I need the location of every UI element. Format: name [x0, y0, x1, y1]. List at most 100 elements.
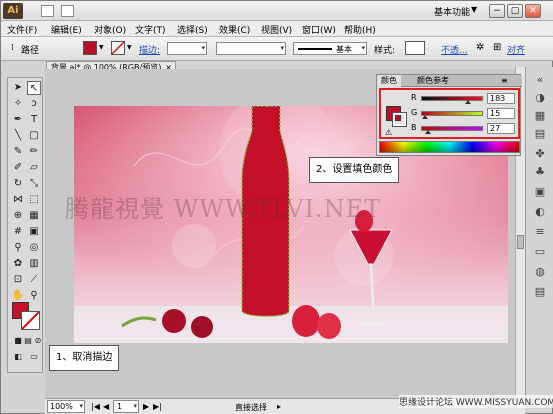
lasso-tool-icon[interactable]: ↄ — [27, 97, 41, 111]
zoom-tool-icon[interactable]: ⚲ — [27, 289, 41, 303]
minimize-button[interactable]: − — [489, 4, 505, 18]
symbol-sprayer-tool-icon[interactable]: ✿ — [11, 257, 25, 271]
menu-help[interactable]: 帮助(H) — [344, 23, 376, 36]
slider-handle[interactable] — [422, 115, 428, 119]
tab-color-guide[interactable]: 颜色参考 — [413, 75, 453, 87]
green-slider[interactable] — [421, 111, 483, 116]
tab-color[interactable]: 颜色 — [377, 75, 401, 87]
pencil-tool-icon[interactable]: ✏ — [27, 145, 41, 159]
menu-object[interactable]: 对象(O) — [94, 23, 126, 36]
rotate-tool-icon[interactable]: ↻ — [11, 177, 25, 191]
appearance-icon[interactable]: ◐ — [533, 205, 547, 219]
isolation-icon[interactable]: ⊞ — [493, 42, 501, 53]
hand-tool-icon[interactable]: ✋ — [11, 289, 25, 303]
slider-handle[interactable] — [465, 100, 471, 104]
blend-tool-icon[interactable]: ◎ — [27, 241, 41, 255]
align-link[interactable]: 对齐 — [507, 43, 525, 56]
column-graph-tool-icon[interactable]: ▥ — [27, 257, 41, 271]
red-value-field[interactable]: 183 — [487, 93, 515, 104]
width-tool-icon[interactable]: ⋈ — [11, 193, 25, 207]
fill-swatch[interactable] — [83, 41, 97, 55]
chevron-down-icon[interactable]: ▾ — [201, 44, 205, 52]
restore-button[interactable]: ▢ — [507, 4, 523, 18]
current-tool-status[interactable]: 直接选择 — [235, 402, 267, 413]
mesh-tool-icon[interactable]: # — [11, 225, 25, 239]
symbols-icon[interactable]: ♣ — [533, 165, 547, 179]
chevron-down-icon[interactable]: ▼ — [99, 44, 104, 51]
brush-profile-dropdown[interactable]: 基本 ▾ — [293, 42, 367, 55]
panel-stroke-box[interactable] — [392, 112, 407, 127]
menu-type[interactable]: 文字(T) — [135, 23, 166, 36]
swatches-icon[interactable]: ▤ — [533, 127, 547, 141]
gradient-panel-icon[interactable]: ▭ — [533, 245, 547, 259]
collapse-icon[interactable]: « — [533, 73, 547, 87]
eraser-tool-icon[interactable]: ▱ — [27, 161, 41, 175]
panel-menu-icon[interactable]: ≡ — [497, 75, 512, 87]
red-slider[interactable] — [421, 96, 483, 101]
previous-artboard-icon[interactable]: ◀ — [103, 402, 109, 411]
chevron-down-icon[interactable]: ▼ — [471, 5, 477, 14]
menu-edit[interactable]: 编辑(E) — [51, 23, 82, 36]
eyedropper-tool-icon[interactable]: ⚲ — [11, 241, 25, 255]
blue-value-field[interactable]: 27 — [487, 123, 515, 134]
blob-brush-tool-icon[interactable]: ✐ — [11, 161, 25, 175]
chevron-down-icon[interactable]: ▾ — [79, 402, 83, 410]
type-tool-icon[interactable]: T — [27, 113, 41, 127]
direct-selection-tool-icon[interactable]: ↖ — [27, 81, 41, 95]
out-of-gamut-icon[interactable]: ⚠ — [385, 128, 392, 137]
graphic-style-swatch[interactable] — [405, 41, 425, 55]
stroke-link[interactable]: 描边: — [139, 43, 160, 56]
chevron-down-icon[interactable]: ▾ — [133, 402, 137, 410]
free-transform-tool-icon[interactable]: ⬚ — [27, 193, 41, 207]
menu-select[interactable]: 选择(S) — [177, 23, 208, 36]
zoom-dropdown[interactable]: 100% ▾ — [47, 400, 85, 413]
pen-tool-icon[interactable]: ✒ — [11, 113, 25, 127]
arrange-documents-icon[interactable] — [61, 5, 74, 17]
opacity-link[interactable]: 不透... — [441, 43, 468, 56]
green-value-field[interactable]: 15 — [487, 108, 515, 119]
color-spectrum[interactable] — [379, 141, 520, 153]
first-artboard-icon[interactable]: |◀ — [91, 402, 100, 411]
variable-width-dropdown[interactable]: ▾ — [216, 42, 286, 55]
transparency-icon[interactable]: ◍ — [533, 265, 547, 279]
chevron-down-icon[interactable]: ▾ — [280, 44, 284, 52]
shape-builder-tool-icon[interactable]: ⊕ — [11, 209, 25, 223]
none-mode-icon[interactable]: ⊘ — [31, 334, 45, 348]
gradient-tool-icon[interactable]: ▣ — [27, 225, 41, 239]
layers-icon[interactable]: ▤ — [533, 285, 547, 299]
artboard-tool-icon[interactable]: ⊡ — [11, 273, 25, 287]
selection-tool-icon[interactable]: ➤ — [11, 81, 25, 95]
color-panel-icon[interactable]: ◑ — [533, 91, 547, 105]
screen-mode-icon[interactable]: ▭ — [27, 350, 41, 364]
artboard-number-field[interactable]: 1 ▾ — [113, 400, 139, 413]
scale-tool-icon[interactable]: ⤡ — [27, 177, 41, 191]
menu-effect[interactable]: 效果(C) — [219, 23, 250, 36]
graphic-styles-icon[interactable]: ▣ — [533, 185, 547, 199]
close-button[interactable]: ✕ — [525, 4, 541, 18]
draw-mode-icon[interactable]: ◧ — [11, 350, 25, 364]
next-artboard-icon[interactable]: ▶ — [143, 402, 149, 411]
menu-view[interactable]: 视图(V) — [261, 23, 292, 36]
perspective-grid-tool-icon[interactable]: ▦ — [27, 209, 41, 223]
recolor-icon[interactable]: ✲ — [476, 42, 484, 53]
paintbrush-tool-icon[interactable]: ✎ — [11, 145, 25, 159]
rectangle-tool-icon[interactable]: □ — [27, 129, 41, 143]
magic-wand-tool-icon[interactable]: ✧ — [11, 97, 25, 111]
color-guide-icon[interactable]: ▦ — [533, 109, 547, 123]
stroke-panel-icon[interactable]: ≡ — [533, 225, 547, 239]
menu-file[interactable]: 文件(F) — [7, 23, 37, 36]
bridge-icon[interactable] — [41, 5, 54, 17]
chevron-down-icon[interactable]: ▼ — [127, 44, 132, 51]
stroke-weight-field[interactable]: ▾ — [167, 42, 207, 55]
status-menu-icon[interactable]: ▸ — [277, 402, 281, 411]
workspace-switcher[interactable]: 基本功能 — [434, 5, 470, 18]
scrollbar-thumb[interactable] — [517, 235, 524, 249]
chevron-down-icon[interactable]: ▾ — [361, 44, 365, 52]
menu-window[interactable]: 窗口(W) — [302, 23, 336, 36]
line-tool-icon[interactable]: ╲ — [11, 129, 25, 143]
slider-handle[interactable] — [425, 130, 431, 134]
last-artboard-icon[interactable]: ▶| — [153, 402, 162, 411]
stroke-swatch[interactable] — [111, 41, 125, 55]
slice-tool-icon[interactable]: ⟋ — [27, 273, 41, 287]
brushes-icon[interactable]: ✤ — [533, 147, 547, 161]
